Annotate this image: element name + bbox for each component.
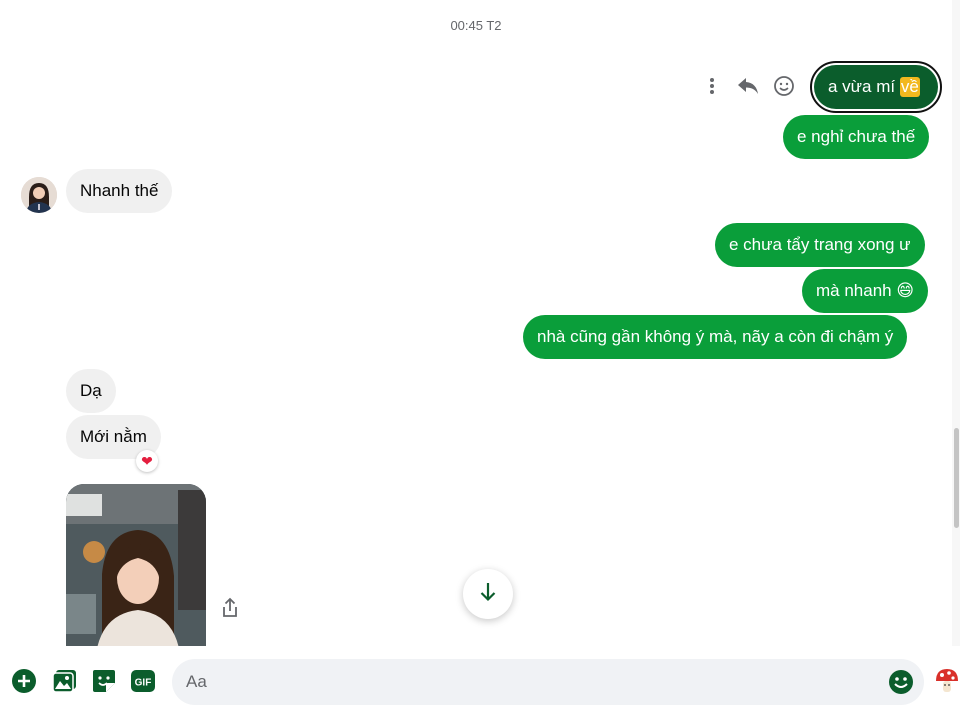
message-list[interactable]: 00:45 T2 a vừa mí về e nghỉ chưa thế Nha… xyxy=(0,0,952,646)
message-text: Mới nằm xyxy=(80,427,147,446)
message-out[interactable]: nhà cũng gần không ý mà, nãy a còn đi ch… xyxy=(523,315,908,359)
message-actions xyxy=(700,72,796,100)
image-icon[interactable] xyxy=(52,668,78,694)
highlighted-text: về xyxy=(899,77,920,97)
scrollbar-track[interactable] xyxy=(952,0,960,646)
message-text: nhà cũng gần không ý mà, nãy a còn đi ch… xyxy=(537,327,894,346)
message-out[interactable]: mà nhanh 😄 xyxy=(802,269,929,313)
avatar[interactable] xyxy=(21,177,57,213)
message-out[interactable]: e nghỉ chưa thế xyxy=(783,115,930,159)
message-in[interactable]: Dạ xyxy=(66,369,116,413)
message-text: Nhanh thế xyxy=(80,181,159,200)
message-text: e nghỉ chưa thế xyxy=(797,127,916,146)
sticker-icon[interactable] xyxy=(91,668,117,694)
message-text: mà nhanh 😄 xyxy=(816,281,915,300)
emoji-icon[interactable] xyxy=(888,669,914,695)
scroll-to-bottom-button[interactable] xyxy=(463,569,513,619)
reply-icon[interactable] xyxy=(736,72,760,100)
mushroom-icon[interactable] xyxy=(934,667,960,695)
message-text: Dạ xyxy=(80,381,102,400)
message-text: e chưa tẩy trang xong ư xyxy=(729,235,911,254)
svg-text:GIF: GIF xyxy=(135,678,152,689)
arrow-down-icon xyxy=(478,581,498,608)
heart-icon: ❤ xyxy=(141,452,153,469)
message-out[interactable]: e chưa tẩy trang xong ư xyxy=(715,223,925,267)
share-icon[interactable] xyxy=(219,596,241,620)
message-input-placeholder: Aa xyxy=(186,672,207,691)
plus-circle-icon[interactable] xyxy=(11,668,37,694)
message-input[interactable] xyxy=(172,659,924,705)
smiley-icon[interactable] xyxy=(772,72,796,100)
message-out-selected[interactable]: a vừa mí về xyxy=(814,65,938,109)
gif-icon[interactable]: GIF xyxy=(130,668,156,694)
message-in[interactable]: Nhanh thế xyxy=(66,169,173,213)
timestamp: 00:45 T2 xyxy=(450,18,502,33)
message-text: a vừa mí xyxy=(828,77,900,96)
heart-reaction[interactable]: ❤ xyxy=(136,450,158,472)
more-vertical-icon[interactable] xyxy=(700,72,724,100)
photo-message[interactable] xyxy=(66,484,206,646)
scrollbar-thumb[interactable] xyxy=(954,428,959,528)
